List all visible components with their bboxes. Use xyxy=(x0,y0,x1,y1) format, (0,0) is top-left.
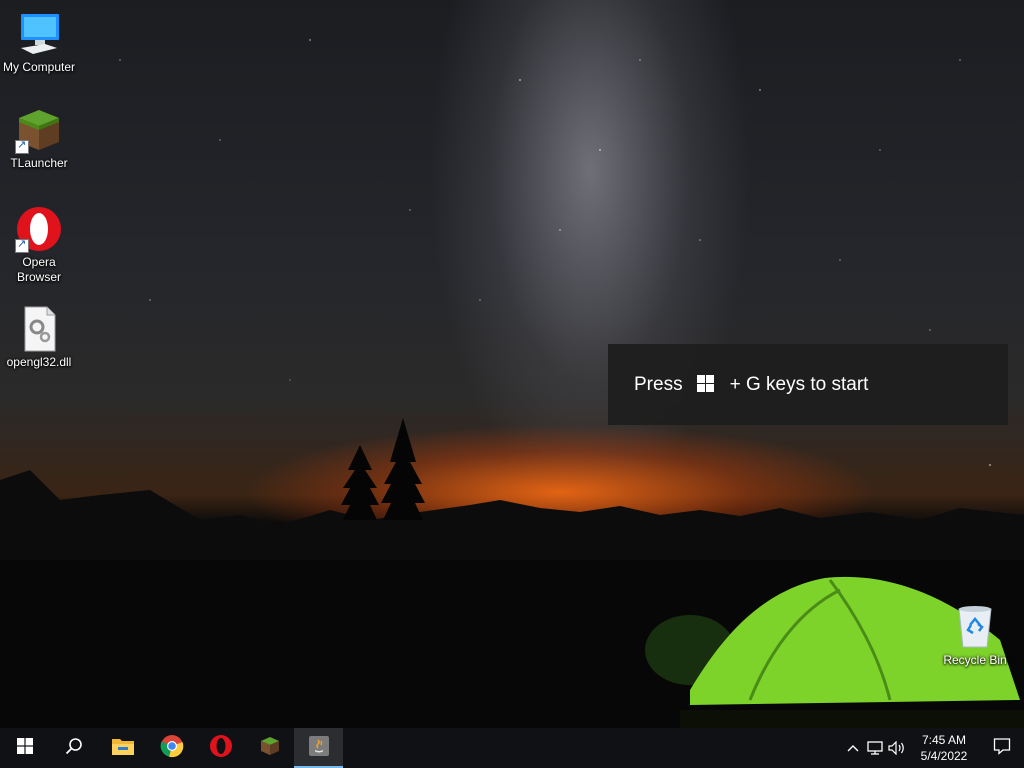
system-tray: 7:45 AM 5/4/2022 xyxy=(842,728,1024,768)
taskbar-app-java[interactable] xyxy=(294,728,343,768)
clock-date: 5/4/2022 xyxy=(920,749,968,763)
shortcut-arrow-icon xyxy=(15,138,29,154)
taskbar-clock[interactable]: 7:45 AM 5/4/2022 xyxy=(908,732,980,764)
start-button[interactable] xyxy=(0,728,49,768)
desktop-icon-label: Recycle Bin xyxy=(943,653,1007,667)
toast-suffix-text: + G keys to start xyxy=(729,373,869,395)
taskbar-app-chrome[interactable] xyxy=(147,728,196,768)
opera-icon xyxy=(209,734,233,763)
search-icon xyxy=(65,737,83,760)
desktop-icon-label: My Computer xyxy=(2,60,76,74)
desktop-icon-tlauncher[interactable]: TLauncher xyxy=(1,106,77,171)
chevron-up-icon[interactable] xyxy=(842,728,864,768)
taskbar-app-tlauncher[interactable] xyxy=(245,728,294,768)
network-icon[interactable] xyxy=(864,728,886,768)
game-bar-toast[interactable]: Press + G keys to start xyxy=(608,344,1008,425)
taskbar-app-opera[interactable] xyxy=(196,728,245,768)
desktop-icon-recycle-bin[interactable]: Recycle Bin xyxy=(937,603,1013,668)
windows-logo-icon xyxy=(696,375,716,394)
opera-icon xyxy=(15,205,63,253)
desktop-icon-label: TLauncher xyxy=(10,156,68,170)
notification-icon xyxy=(993,737,1011,760)
shortcut-arrow-icon xyxy=(15,237,29,253)
minecraft-grass-icon xyxy=(15,106,63,154)
desktop-icon-opera[interactable]: Opera Browser xyxy=(1,205,77,285)
chrome-icon xyxy=(160,734,184,763)
java-icon xyxy=(308,735,330,762)
taskbar: 7:45 AM 5/4/2022 xyxy=(0,728,1024,768)
toast-prefix-text: Press xyxy=(634,373,683,395)
search-button[interactable] xyxy=(49,728,98,768)
clock-time: 7:45 AM xyxy=(921,733,967,747)
desktop-icon-my-computer[interactable]: My Computer xyxy=(1,10,77,75)
action-center-button[interactable] xyxy=(980,728,1024,768)
dll-file-icon xyxy=(15,305,63,353)
taskbar-app-file-explorer[interactable] xyxy=(98,728,147,768)
desktop-wallpaper[interactable]: My Computer TLauncher Opera Browser xyxy=(0,0,1024,728)
folder-icon xyxy=(111,736,135,761)
computer-icon xyxy=(15,10,63,58)
windows-logo-icon xyxy=(16,737,33,759)
desktop-icon-opengl32-dll[interactable]: opengl32.dll xyxy=(1,305,77,370)
desktop-icon-label: Opera Browser xyxy=(16,255,61,284)
volume-icon[interactable] xyxy=(886,728,908,768)
minecraft-grass-icon xyxy=(259,735,281,762)
desktop-icon-label: opengl32.dll xyxy=(6,355,72,369)
recycle-bin-icon xyxy=(951,603,999,651)
